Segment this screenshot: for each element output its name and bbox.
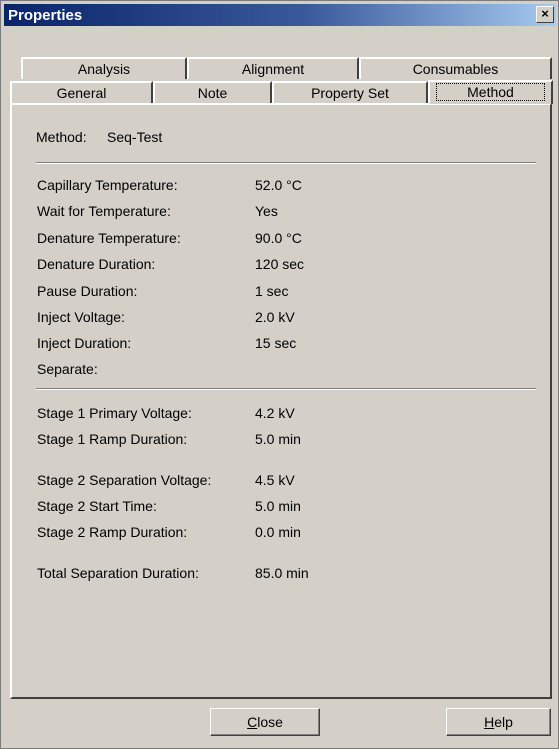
tab-property-set[interactable]: Property Set [272, 81, 428, 103]
close-hotkey: C [247, 714, 258, 730]
tab-general-label: General [56, 85, 107, 101]
method-label: Method: [36, 129, 87, 145]
stage-label: Stage 1 Primary Voltage: [37, 405, 192, 421]
param-value: 52.0 °C [255, 177, 302, 193]
tab-method[interactable]: Method [428, 80, 553, 104]
tab-general[interactable]: General [10, 81, 153, 103]
help-button-label: elp [494, 714, 513, 730]
tab-alignment-label: Alignment [241, 61, 305, 77]
stage-label: Stage 1 Ramp Duration: [37, 431, 188, 447]
stage-value: 85.0 min [255, 565, 309, 581]
param-value: 120 sec [255, 256, 305, 272]
separator-top [36, 162, 536, 164]
help-button[interactable]: Help [446, 708, 551, 736]
stage-value: 5.0 min [255, 498, 301, 514]
param-value: 1 sec [255, 283, 289, 299]
close-button-label: lose [257, 714, 283, 730]
tab-analysis[interactable]: Analysis [21, 57, 187, 79]
param-label: Denature Temperature: [37, 230, 181, 246]
tab-note-label: Note [197, 85, 228, 101]
title-bar[interactable]: Properties × [4, 4, 556, 26]
param-label: Capillary Temperature: [37, 177, 178, 193]
stage-value: 4.2 kV [255, 405, 295, 421]
tab-alignment[interactable]: Alignment [187, 57, 359, 79]
stage-value: 4.5 kV [255, 472, 295, 488]
stage-value: 0.0 min [255, 524, 301, 540]
tab-note[interactable]: Note [153, 81, 272, 103]
separator-middle [36, 388, 536, 390]
param-value: 2.0 kV [255, 309, 295, 325]
tab-method-label: Method [436, 83, 545, 101]
close-icon[interactable]: × [536, 6, 554, 23]
method-value: Seq-Test [107, 129, 163, 145]
param-label: Separate: [37, 361, 98, 377]
tab-consumables[interactable]: Consumables [359, 57, 552, 79]
param-value: 15 sec [255, 335, 297, 351]
param-label: Denature Duration: [37, 256, 156, 272]
param-label: Inject Duration: [37, 335, 132, 351]
param-value: 90.0 °C [255, 230, 302, 246]
stage-label: Stage 2 Separation Voltage: [37, 472, 212, 488]
tab-property-set-label: Property Set [311, 85, 389, 101]
stage-value: 5.0 min [255, 431, 301, 447]
close-button[interactable]: Close [210, 708, 320, 736]
properties-dialog: Properties × Analysis Alignment Consumab… [0, 0, 559, 749]
stage-label: Stage 2 Start Time: [37, 498, 157, 514]
stage-label: Total Separation Duration: [37, 565, 199, 581]
tab-analysis-label: Analysis [77, 61, 131, 77]
param-value: Yes [255, 203, 278, 219]
param-label: Inject Voltage: [37, 309, 125, 325]
param-label: Wait for Temperature: [37, 203, 171, 219]
param-label: Pause Duration: [37, 283, 138, 299]
window-title: Properties [8, 7, 83, 24]
stage-label: Stage 2 Ramp Duration: [37, 524, 188, 540]
tab-consumables-label: Consumables [412, 61, 499, 77]
help-hotkey: H [484, 714, 495, 730]
